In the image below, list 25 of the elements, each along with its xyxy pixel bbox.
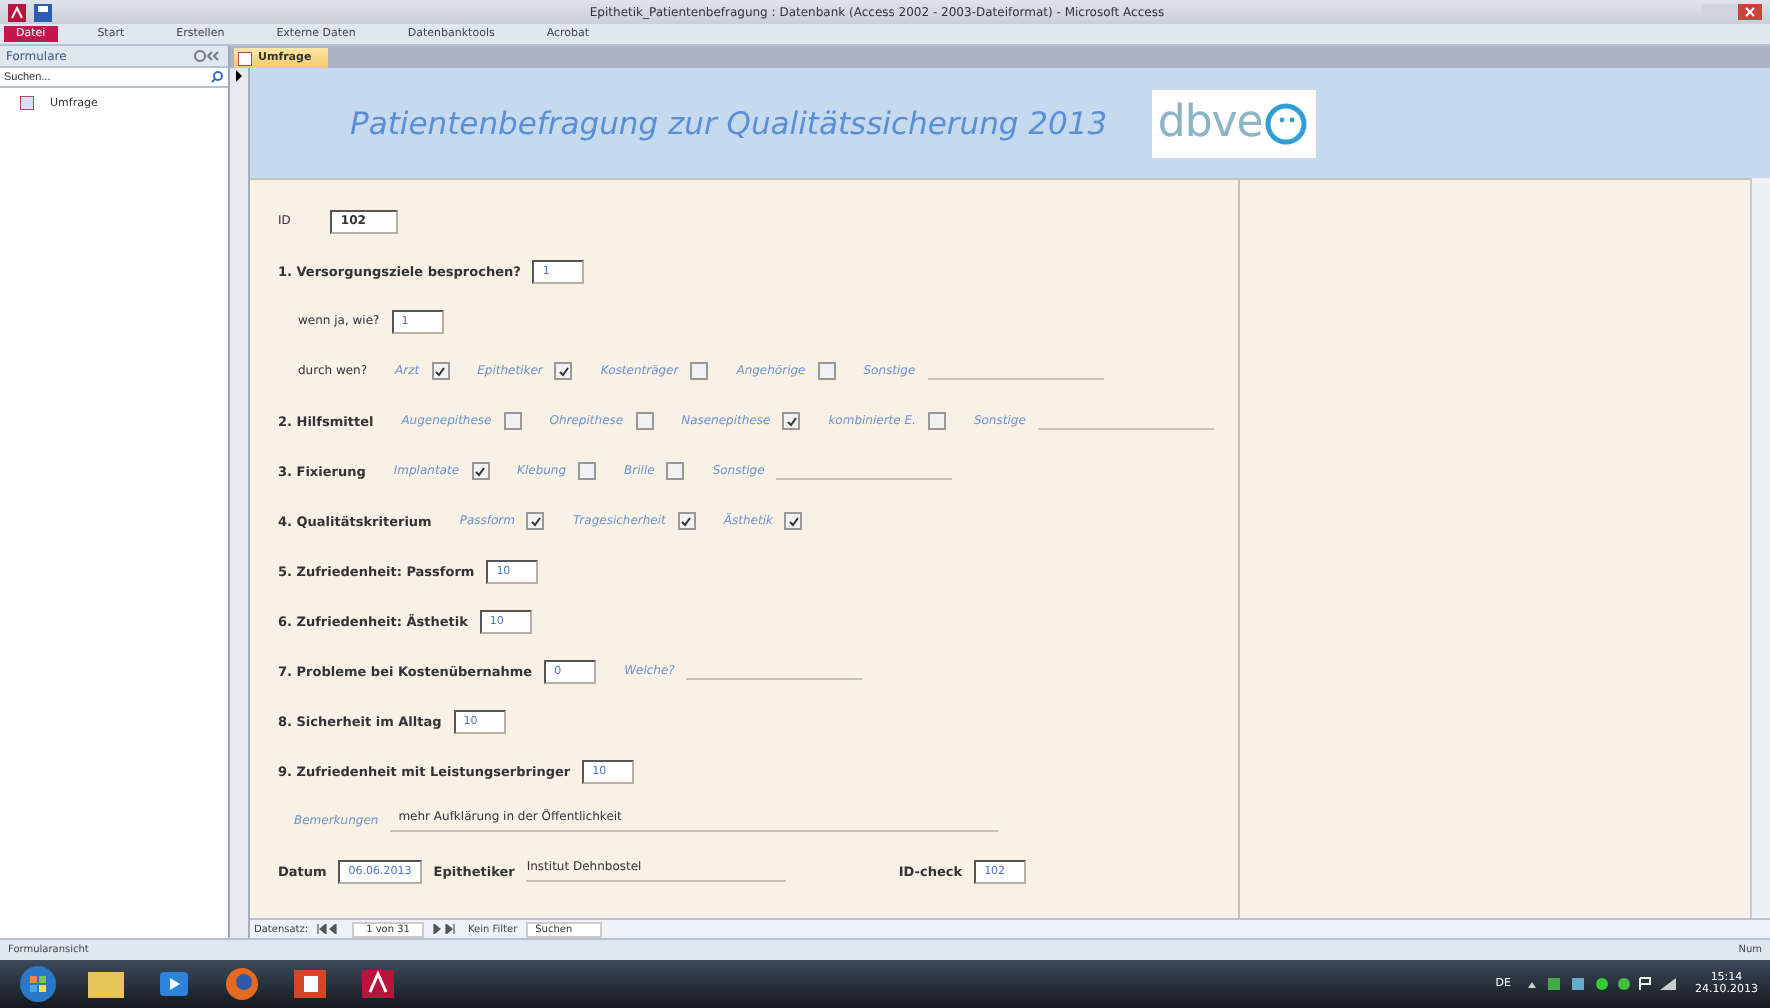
access-icon[interactable] <box>8 3 26 21</box>
checkbox[interactable] <box>554 362 573 380</box>
checkbox[interactable] <box>431 362 450 380</box>
checkbox[interactable] <box>782 412 801 430</box>
search-icon[interactable] <box>210 70 224 84</box>
collapse-icon[interactable] <box>194 50 222 62</box>
checkbox[interactable] <box>677 512 696 530</box>
checkbox[interactable] <box>817 362 836 380</box>
logo: dbve <box>1151 89 1316 157</box>
checkbox[interactable] <box>784 512 803 530</box>
record-pointer-icon <box>230 68 248 84</box>
checkbox[interactable] <box>635 412 654 430</box>
checkbox[interactable] <box>578 462 597 480</box>
checkbox[interactable] <box>526 512 545 530</box>
scrollbar[interactable] <box>1750 178 1770 918</box>
checkbox[interactable] <box>666 462 685 480</box>
form-title: Patientenbefragung zur Qualitätssicherung 2013 <box>350 105 1108 141</box>
checkbox[interactable] <box>690 362 709 380</box>
form-icon <box>20 96 34 110</box>
checkbox[interactable] <box>503 412 522 430</box>
checkbox[interactable] <box>927 412 946 430</box>
next-icon[interactable] <box>431 924 460 934</box>
window-controls[interactable] <box>1702 3 1762 21</box>
checkbox[interactable] <box>471 462 490 480</box>
save-icon[interactable] <box>34 3 52 21</box>
